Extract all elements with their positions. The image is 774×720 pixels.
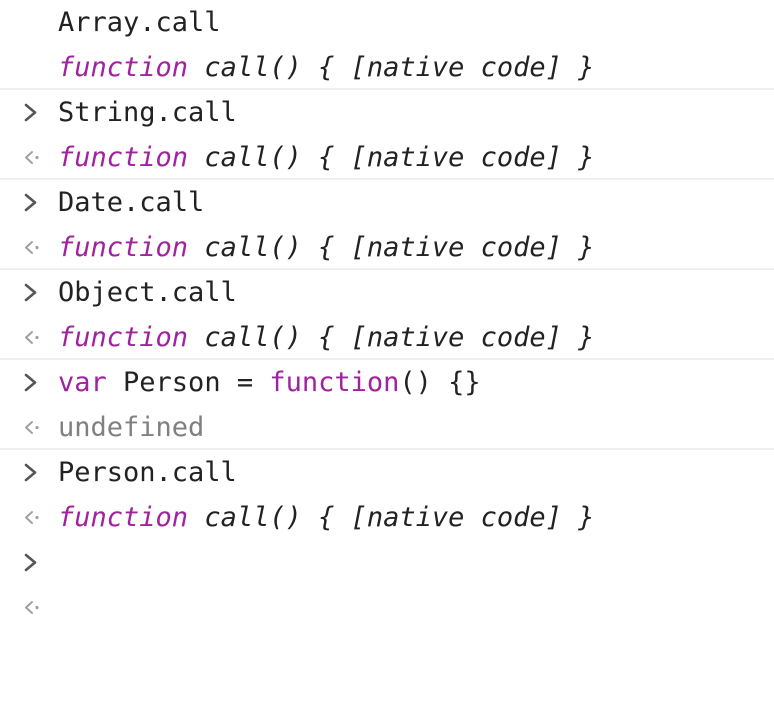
console-output-line[interactable]: function call() { [native code] } <box>0 135 774 254</box>
input-function-body: () {} <box>399 367 481 398</box>
console-output-line[interactable]: function call() { [native code] } <box>0 495 774 614</box>
return-arrow-left-icon <box>16 315 46 434</box>
function-signature: call() { [native code] } <box>204 142 595 173</box>
console-output-line[interactable]: undefined <box>0 405 774 524</box>
return-arrow-left-icon <box>16 225 46 344</box>
function-keyword: function <box>269 367 400 398</box>
chevron-right-icon <box>16 90 46 212</box>
function-keyword: function <box>58 52 189 83</box>
console-input-text: Person.call <box>58 457 237 488</box>
chevron-right-icon <box>16 450 46 572</box>
console-output-text: function call() { [native code] } <box>58 225 594 270</box>
function-signature: call() { [native code] } <box>204 232 595 263</box>
console-output-line[interactable]: function call() { [native code] } <box>0 225 774 344</box>
console-output-line[interactable]: function call() { [native code] } <box>0 45 774 164</box>
var-keyword: var <box>58 367 107 398</box>
console-input-line[interactable]: Date.call <box>0 180 774 302</box>
console-input-text: Object.call <box>58 277 237 308</box>
function-keyword: function <box>58 322 189 353</box>
chevron-right-icon <box>16 0 46 122</box>
console-entry: Date.call function call() { [native code… <box>0 180 774 344</box>
console-input-text: Array.call <box>58 7 221 38</box>
chevron-right-icon <box>16 180 46 302</box>
console-entry: Person.call function call() { [native co… <box>0 450 774 614</box>
console-output-text: function call() { [native code] } <box>58 495 594 540</box>
return-arrow-left-icon <box>16 135 46 254</box>
console-input-line[interactable]: Person.call <box>0 450 774 572</box>
console-entry: String.call function call() { [native co… <box>0 90 774 254</box>
console-input-line[interactable]: var Person = function() {} <box>0 360 774 482</box>
function-keyword: function <box>58 142 189 173</box>
function-keyword: function <box>58 502 189 533</box>
function-signature: call() { [native code] } <box>204 52 595 83</box>
console-output-text: function call() { [native code] } <box>58 135 594 180</box>
console-input-line[interactable]: Array.call <box>0 0 774 122</box>
console-output-text: function call() { [native code] } <box>58 45 594 90</box>
console-entry: var Person = function() {} undefined <box>0 360 774 524</box>
console-output-text: function call() { [native code] } <box>58 315 594 360</box>
return-arrow-left-icon <box>16 405 46 524</box>
chevron-right-icon <box>16 360 46 482</box>
console-input-text: var Person = function() {} <box>58 360 481 405</box>
console-output-line[interactable]: function call() { [native code] } <box>0 315 774 434</box>
function-signature: call() { [native code] } <box>204 502 595 533</box>
console-input-text: String.call <box>58 97 237 128</box>
console-panel[interactable]: Array.call function call() { [native cod… <box>0 0 774 614</box>
chevron-right-icon <box>16 270 46 392</box>
console-input-line[interactable]: String.call <box>0 90 774 212</box>
console-entry: Object.call function call() { [native co… <box>0 270 774 434</box>
return-arrow-left-icon <box>16 45 46 164</box>
function-keyword: function <box>58 232 189 263</box>
return-arrow-left-icon <box>16 495 46 614</box>
console-output-undefined: undefined <box>58 412 205 443</box>
console-input-text: Date.call <box>58 187 205 218</box>
console-input-line[interactable]: Object.call <box>0 270 774 392</box>
function-signature: call() { [native code] } <box>204 322 595 353</box>
console-entry: Array.call function call() { [native cod… <box>0 0 774 164</box>
input-identifier: Person = <box>106 367 270 398</box>
